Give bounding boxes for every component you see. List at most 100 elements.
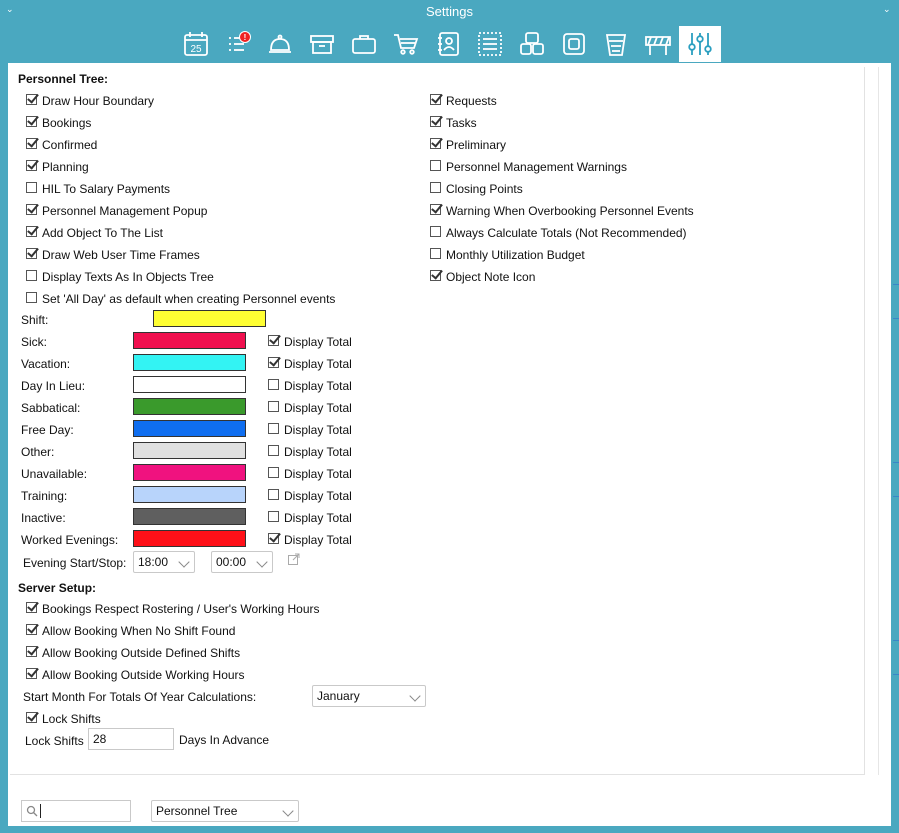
evening-start-select[interactable]: 18:00 bbox=[133, 551, 195, 573]
lock-shifts-label: Lock Shifts bbox=[42, 712, 101, 726]
toolbar-trash[interactable] bbox=[595, 26, 637, 62]
personnel-right-option-checkbox[interactable] bbox=[430, 160, 441, 171]
personnel-left-option-checkbox[interactable] bbox=[26, 292, 37, 303]
personnel-left-option-label: Set 'All Day' as default when creating P… bbox=[42, 292, 336, 306]
shift-color-swatch[interactable] bbox=[153, 310, 266, 327]
panel-divider bbox=[878, 67, 879, 775]
server-setup-heading: Server Setup: bbox=[18, 581, 97, 595]
display-total-checkbox[interactable] bbox=[268, 445, 279, 456]
personnel-right-option-label: Requests bbox=[446, 94, 497, 108]
personnel-left-option-label: Planning bbox=[42, 160, 89, 174]
lock-days-input[interactable]: 28 bbox=[88, 728, 174, 750]
toolbar-cart[interactable] bbox=[385, 26, 427, 62]
toolbar-archive[interactable] bbox=[301, 26, 343, 62]
display-total-checkbox[interactable] bbox=[268, 533, 279, 544]
evening-stop-value: 00:00 bbox=[216, 555, 247, 569]
toolbar-calendar[interactable]: 25 bbox=[175, 26, 217, 62]
display-total-checkbox[interactable] bbox=[268, 335, 279, 346]
personnel-left-option-label: Confirmed bbox=[42, 138, 98, 152]
personnel-right-option-checkbox[interactable] bbox=[430, 116, 441, 127]
toolbar-copy[interactable] bbox=[553, 26, 595, 62]
server-option-label: Allow Booking Outside Working Hours bbox=[42, 668, 245, 682]
collapse-corner-icon[interactable]: ⌄ bbox=[6, 4, 16, 14]
edge-marker bbox=[893, 318, 899, 319]
display-total-label: Display Total bbox=[284, 401, 352, 415]
display-total-checkbox[interactable] bbox=[268, 489, 279, 500]
personnel-right-option-checkbox[interactable] bbox=[430, 138, 441, 149]
server-option-checkbox[interactable] bbox=[26, 624, 37, 635]
personnel-left-option-label: HIL To Salary Payments bbox=[42, 182, 171, 196]
toolbar-bell[interactable] bbox=[259, 26, 301, 62]
personnel-left-option-checkbox[interactable] bbox=[26, 226, 37, 237]
color-swatch[interactable] bbox=[133, 530, 246, 547]
task-list-icon: ! bbox=[229, 31, 251, 51]
color-swatch[interactable] bbox=[133, 420, 246, 437]
text-cursor bbox=[40, 804, 41, 818]
personnel-left-option-checkbox[interactable] bbox=[26, 138, 37, 149]
start-month-select[interactable]: January bbox=[312, 685, 426, 707]
display-total-checkbox[interactable] bbox=[268, 423, 279, 434]
toolbar-contacts[interactable] bbox=[427, 26, 469, 62]
color-swatch[interactable] bbox=[133, 332, 246, 349]
personnel-right-option-checkbox[interactable] bbox=[430, 270, 441, 281]
shift-color-label: Shift: bbox=[21, 313, 49, 327]
toolbar-tasks[interactable]: ! bbox=[217, 26, 259, 62]
personnel-left-option-checkbox[interactable] bbox=[26, 94, 37, 105]
personnel-left-option-label: Add Object To The List bbox=[42, 226, 163, 240]
personnel-right-option-checkbox[interactable] bbox=[430, 226, 441, 237]
server-option-checkbox[interactable] bbox=[26, 646, 37, 657]
expand-corner-icon[interactable]: ⌄ bbox=[883, 4, 893, 14]
personnel-right-option-label: Warning When Overbooking Personnel Event… bbox=[446, 204, 694, 218]
personnel-left-option-checkbox[interactable] bbox=[26, 160, 37, 171]
lock-shifts-checkbox[interactable] bbox=[26, 712, 37, 723]
color-row-label: Worked Evenings: bbox=[21, 533, 119, 547]
display-total-checkbox[interactable] bbox=[268, 379, 279, 390]
personnel-right-option-label: Preliminary bbox=[446, 138, 507, 152]
personnel-right-option-label: Closing Points bbox=[446, 182, 523, 196]
display-total-label: Display Total bbox=[284, 357, 352, 371]
toolbar-barrier[interactable] bbox=[637, 26, 679, 62]
toolbar-settings[interactable] bbox=[679, 26, 721, 62]
objects-icon bbox=[520, 32, 544, 55]
display-total-checkbox[interactable] bbox=[268, 467, 279, 478]
personnel-right-option-label: Tasks bbox=[446, 116, 477, 130]
list-icon bbox=[478, 32, 502, 56]
server-option-label: Allow Booking When No Shift Found bbox=[42, 624, 236, 638]
color-swatch[interactable] bbox=[133, 464, 246, 481]
toolbar-list[interactable] bbox=[469, 26, 511, 62]
start-month-label: Start Month For Totals Of Year Calculati… bbox=[23, 690, 257, 704]
color-swatch[interactable] bbox=[133, 486, 246, 503]
external-link-icon[interactable] bbox=[288, 553, 300, 565]
color-swatch[interactable] bbox=[133, 354, 246, 371]
personnel-left-option-label: Draw Hour Boundary bbox=[42, 94, 155, 108]
personnel-left-option-checkbox[interactable] bbox=[26, 182, 37, 193]
personnel-right-option-label: Always Calculate Totals (Not Recommended… bbox=[446, 226, 687, 240]
start-month-value: January bbox=[317, 689, 360, 703]
display-total-label: Display Total bbox=[284, 489, 352, 503]
personnel-left-option-checkbox[interactable] bbox=[26, 116, 37, 127]
display-total-checkbox[interactable] bbox=[268, 357, 279, 368]
color-swatch[interactable] bbox=[133, 508, 246, 525]
color-swatch[interactable] bbox=[133, 376, 246, 393]
personnel-left-option-checkbox[interactable] bbox=[26, 204, 37, 215]
personnel-left-option-checkbox[interactable] bbox=[26, 270, 37, 281]
display-total-checkbox[interactable] bbox=[268, 511, 279, 522]
personnel-left-option-checkbox[interactable] bbox=[26, 248, 37, 259]
toolbar-objects[interactable] bbox=[511, 26, 553, 62]
personnel-right-option-checkbox[interactable] bbox=[430, 182, 441, 193]
server-option-checkbox[interactable] bbox=[26, 668, 37, 679]
color-swatch[interactable] bbox=[133, 442, 246, 459]
personnel-right-option-checkbox[interactable] bbox=[430, 204, 441, 215]
toolbar: 25 ! bbox=[175, 26, 721, 62]
display-total-label: Display Total bbox=[284, 335, 352, 349]
personnel-right-option-checkbox[interactable] bbox=[430, 248, 441, 259]
personnel-right-option-checkbox[interactable] bbox=[430, 94, 441, 105]
color-swatch[interactable] bbox=[133, 398, 246, 415]
edge-marker bbox=[893, 462, 899, 463]
evening-stop-select[interactable]: 00:00 bbox=[211, 551, 273, 573]
settings-window: Settings ⌄ ⌄ 25 ! Personnel Tree: Draw H… bbox=[0, 0, 899, 833]
server-option-checkbox[interactable] bbox=[26, 602, 37, 613]
toolbar-briefcase[interactable] bbox=[343, 26, 385, 62]
display-total-checkbox[interactable] bbox=[268, 401, 279, 412]
view-select[interactable]: Personnel Tree bbox=[151, 800, 299, 822]
